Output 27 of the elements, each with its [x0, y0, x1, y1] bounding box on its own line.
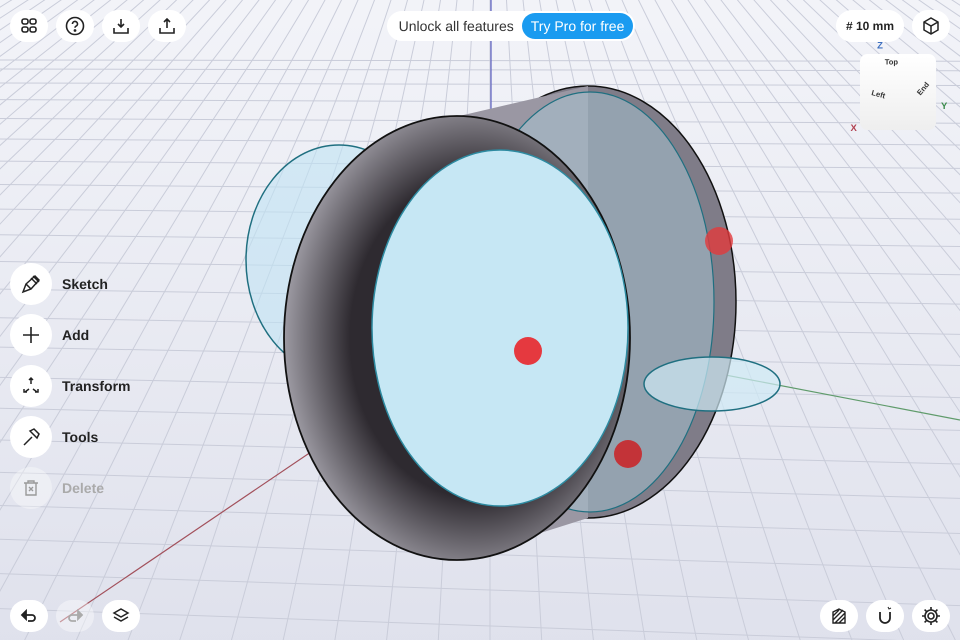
- control-point[interactable]: [514, 337, 542, 365]
- hammer-icon: [21, 427, 41, 447]
- undo-icon: [20, 608, 38, 624]
- arrows-icon: [21, 376, 41, 396]
- settings-icon: [921, 606, 941, 626]
- tool-label: Tools: [62, 429, 98, 445]
- axis-label: Z: [877, 40, 883, 52]
- promo-text: Unlock all features: [398, 18, 514, 34]
- cube-icon: [920, 16, 941, 36]
- plus-icon: [21, 325, 41, 345]
- tool-label: Add: [62, 327, 90, 343]
- axis-label: X: [850, 123, 857, 134]
- help-icon: [65, 16, 85, 36]
- tool-label: Delete: [62, 480, 104, 496]
- hatched-box-icon: [830, 607, 848, 625]
- pencil-icon: [20, 273, 42, 295]
- grid-icon: [20, 17, 38, 35]
- tool-label: Transform: [62, 378, 130, 394]
- grid-size-button[interactable]: # 10 mm: [836, 10, 904, 42]
- upload-icon: [158, 17, 176, 35]
- axis-label: Y: [941, 102, 948, 112]
- magnet-icon: [876, 606, 894, 626]
- trash-icon: [22, 479, 40, 497]
- tool-label: Sketch: [62, 276, 108, 292]
- download-icon: [112, 17, 130, 35]
- control-point[interactable]: [705, 227, 733, 255]
- redo-icon: [66, 608, 84, 624]
